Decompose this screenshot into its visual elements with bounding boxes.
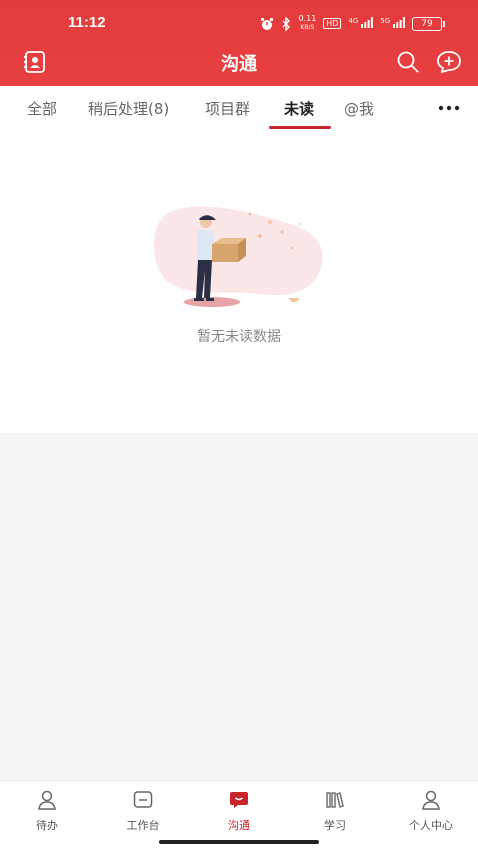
signal-bars-icon <box>393 16 405 28</box>
signal-bars-icon <box>361 16 374 28</box>
books-icon <box>326 792 344 808</box>
user-icon <box>422 790 440 810</box>
workbench-icon <box>133 791 153 808</box>
battery-indicator: 79 <box>412 16 445 31</box>
active-tab-indicator <box>269 126 331 129</box>
alarm-icon <box>261 17 274 30</box>
tab-project-groups[interactable]: 项目群 <box>205 98 250 119</box>
title-bar: 沟通 <box>0 46 478 78</box>
signal-4g: 4G <box>348 16 374 31</box>
net-speed: 0.11 KB/S <box>298 15 316 32</box>
nav-todo[interactable]: 待办 <box>7 789 87 833</box>
tab-all[interactable]: 全部 <box>27 98 57 119</box>
nav-learning[interactable]: 学习 <box>295 789 375 833</box>
tab-unread[interactable]: 未读 <box>284 98 314 119</box>
signal-4g-label: 4G <box>348 16 359 25</box>
nav-label-workbench: 工作台 <box>126 819 160 832</box>
nav-label-profile: 个人中心 <box>409 819 453 832</box>
tab-later[interactable]: 稍后处理(8) <box>88 98 169 119</box>
net-speed-unit: KB/S <box>300 24 315 31</box>
net-speed-value: 0.11 <box>298 14 317 23</box>
empty-box-illustration <box>154 206 323 307</box>
status-bar: 11:12 0.11 KB/S HD 4G 5G 79 <box>0 8 478 38</box>
nav-label-todo: 待办 <box>36 819 58 832</box>
signal-5g-label: 5G <box>380 16 391 25</box>
nav-workbench[interactable]: 工作台 <box>103 789 183 833</box>
empty-state-text: 暂无未读数据 <box>197 329 281 345</box>
nav-label-chat: 沟通 <box>228 819 250 832</box>
person-icon <box>38 790 56 810</box>
status-time: 11:12 <box>68 14 106 31</box>
status-icons: 0.11 KB/S HD 4G 5G 79 <box>260 15 445 32</box>
signal-5g: 5G <box>380 16 405 31</box>
nav-profile[interactable]: 个人中心 <box>391 789 471 833</box>
tab-mentions[interactable]: @我 <box>344 98 374 119</box>
filter-tabs: 全部 稍后处理(8) 项目群 未读 @我 <box>0 86 478 131</box>
nav-label-learning: 学习 <box>324 819 346 832</box>
hd-badge: HD <box>323 18 342 29</box>
chat-icon <box>230 792 248 808</box>
more-icon[interactable] <box>438 100 460 116</box>
bluetooth-icon <box>282 16 291 31</box>
home-indicator[interactable] <box>159 840 319 844</box>
add-chat-icon[interactable] <box>436 50 462 74</box>
nav-chat[interactable]: 沟通 <box>199 789 279 833</box>
app-header: 11:12 0.11 KB/S HD 4G 5G 79 沟通 <box>0 0 478 86</box>
search-icon[interactable] <box>396 50 420 74</box>
message-list-area: 暂无未读数据 <box>0 130 478 433</box>
